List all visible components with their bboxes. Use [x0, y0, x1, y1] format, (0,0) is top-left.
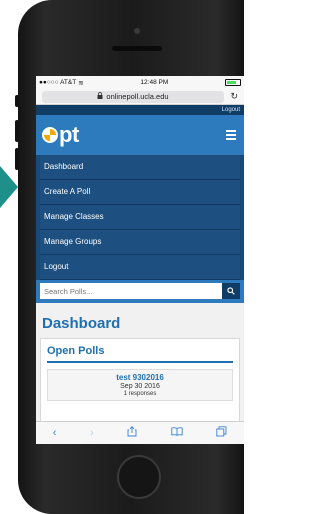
logo-text: pt: [59, 122, 79, 147]
poll-item[interactable]: test 9302016 Sep 30 2016 1 responses: [47, 369, 233, 401]
decorative-arrow: [0, 166, 18, 208]
carrier-label: ●●○○○ AT&T: [39, 79, 77, 86]
home-button[interactable]: [117, 455, 161, 499]
reload-icon[interactable]: ↻: [224, 91, 238, 102]
browser-toolbar: ‹ ›: [36, 421, 244, 444]
front-camera: [134, 28, 140, 34]
nav-item-manage-groups[interactable]: Manage Groups: [40, 230, 240, 255]
mute-switch: [15, 95, 19, 107]
poll-name[interactable]: test 9302016: [48, 373, 232, 382]
share-icon[interactable]: [127, 426, 137, 440]
tabs-icon[interactable]: [216, 426, 227, 440]
clock: 12:48 PM: [140, 79, 169, 86]
earpiece-speaker: [112, 46, 162, 51]
lock-icon: [97, 92, 103, 101]
bookmarks-icon[interactable]: [171, 427, 183, 439]
forward-icon[interactable]: ›: [90, 427, 94, 439]
volume-up-button: [15, 120, 19, 142]
battery-icon: [225, 79, 241, 86]
top-logout-link[interactable]: Logout: [36, 105, 244, 115]
search-bar: [36, 280, 244, 303]
address-field[interactable]: onlinepoll.ucla.edu: [42, 90, 224, 103]
site-logo[interactable]: pt: [42, 122, 79, 148]
status-bar: ●●○○○ AT&T ≋ 12:48 PM: [36, 76, 244, 89]
nav-item-dashboard[interactable]: Dashboard: [40, 155, 240, 180]
search-button[interactable]: [222, 283, 240, 299]
site-header: pt: [36, 115, 244, 155]
nav-item-create-poll[interactable]: Create A Poll: [40, 180, 240, 205]
section-title: Open Polls: [47, 345, 233, 363]
hamburger-menu-icon[interactable]: [226, 130, 236, 140]
nav-item-manage-classes[interactable]: Manage Classes: [40, 205, 240, 230]
nav-menu: Dashboard Create A Poll Manage Classes M…: [36, 155, 244, 280]
back-icon[interactable]: ‹: [53, 427, 57, 439]
logo-o-icon: [42, 127, 58, 143]
poll-responses: 1 responses: [123, 391, 157, 397]
search-icon: [227, 287, 235, 295]
search-input[interactable]: [40, 283, 222, 299]
page-title: Dashboard: [42, 315, 121, 332]
url-text: onlinepoll.ucla.edu: [106, 92, 169, 101]
phone-screen: ●●○○○ AT&T ≋ 12:48 PM onlinepoll.ucla.ed…: [36, 76, 244, 444]
nav-item-logout[interactable]: Logout: [40, 255, 240, 280]
volume-down-button: [15, 148, 19, 170]
poll-date: Sep 30 2016: [120, 383, 160, 390]
browser-url-bar: onlinepoll.ucla.edu ↻: [36, 89, 244, 105]
wifi-icon: ≋: [78, 79, 84, 87]
